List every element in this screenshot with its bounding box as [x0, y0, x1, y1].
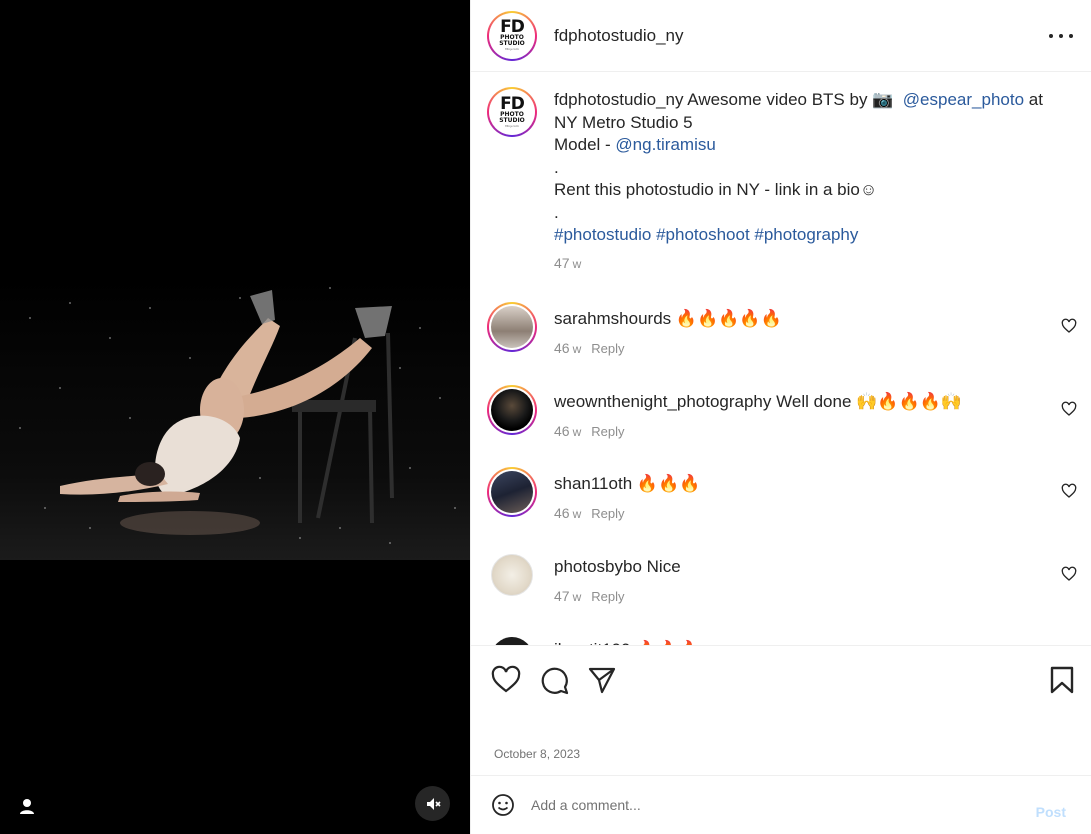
- avatar[interactable]: [487, 467, 537, 517]
- heart-icon[interactable]: [491, 665, 521, 695]
- avatar[interactable]: [487, 302, 537, 352]
- comment-item: weownthenight_photography Well done 🙌🔥🔥🔥…: [487, 385, 1077, 445]
- mute-icon: [426, 797, 441, 810]
- comment-username[interactable]: photosbybo: [554, 557, 642, 576]
- post-date[interactable]: October 8, 2023: [494, 747, 580, 761]
- mute-button[interactable]: [415, 786, 450, 821]
- post-header: FD PHOTO STUDIO fdny.com fdphotostudio_n…: [471, 0, 1091, 72]
- camera-icon: 📷: [872, 90, 894, 109]
- comment-time[interactable]: 46: [554, 423, 570, 439]
- avatar[interactable]: FD PHOTO STUDIO fdny.com: [487, 10, 537, 61]
- reply-button[interactable]: Reply: [591, 341, 624, 356]
- video-frame[interactable]: [0, 278, 470, 560]
- hashtags-link[interactable]: #photostudio #photoshoot #photography: [554, 225, 858, 244]
- send-icon[interactable]: [587, 665, 617, 695]
- comment-item: ilovetit199 🔥🔥🔥: [487, 633, 1077, 645]
- caption-text: Model -: [554, 135, 616, 154]
- add-comment-bar: Post: [471, 775, 1091, 834]
- avatar[interactable]: [491, 554, 533, 596]
- caption-text: .: [554, 202, 559, 222]
- comment-text: 🔥🔥🔥🔥🔥: [675, 309, 782, 328]
- time-unit: w: [572, 424, 582, 439]
- caption-text: Rent this photostudio in NY - link in a …: [554, 180, 878, 199]
- bookmark-icon[interactable]: [1048, 665, 1076, 695]
- comment-item: sarahmshourds 🔥🔥🔥🔥🔥 46 w Reply: [487, 302, 1077, 362]
- post-actions: October 8, 2023: [471, 645, 1091, 775]
- comment-username[interactable]: weownthenight_photography: [554, 392, 771, 411]
- heart-icon[interactable]: [1061, 318, 1077, 334]
- video-player[interactable]: [0, 0, 470, 834]
- caption-time[interactable]: 47: [554, 255, 570, 271]
- reply-button[interactable]: Reply: [591, 506, 624, 521]
- comment-icon[interactable]: [539, 665, 569, 695]
- heart-icon[interactable]: [1061, 566, 1077, 582]
- reply-button[interactable]: Reply: [591, 589, 624, 604]
- comment-text: Well done 🙌🔥🔥🔥🙌: [776, 392, 962, 411]
- comment-item: photosbybo Nice 47 w Reply: [487, 550, 1077, 610]
- comment-time[interactable]: 46: [554, 340, 570, 356]
- more-icon[interactable]: [1049, 26, 1073, 46]
- time-unit: w: [572, 506, 582, 521]
- avatar[interactable]: FD PHOTO STUDIO fdny.com: [487, 87, 537, 137]
- comment-item: shan11oth 🔥🔥🔥 46 w Reply: [487, 467, 1077, 527]
- time-unit: w: [572, 589, 582, 604]
- comment-username[interactable]: shan11oth: [554, 474, 632, 493]
- post-button[interactable]: Post: [1036, 804, 1066, 820]
- reply-button[interactable]: Reply: [591, 424, 624, 439]
- comment-username[interactable]: sarahmshourds: [554, 309, 671, 328]
- caption-username[interactable]: fdphotostudio_ny: [554, 90, 684, 109]
- caption: FD PHOTO STUDIO fdny.com fdphotostudio_n…: [487, 87, 1077, 287]
- caption-text: NY Metro Studio 5: [554, 112, 693, 132]
- comment-input[interactable]: [531, 797, 1011, 813]
- caption-text: Awesome video BTS by: [683, 90, 873, 109]
- studio-logo: FD PHOTO STUDIO fdny.com: [491, 91, 533, 133]
- comment-text: 🔥🔥🔥: [636, 474, 701, 493]
- user-icon[interactable]: [14, 794, 40, 820]
- caption-text: at: [1024, 90, 1043, 109]
- post-sidebar: FD PHOTO STUDIO fdny.com fdphotostudio_n…: [470, 0, 1091, 834]
- heart-icon[interactable]: [1061, 401, 1077, 417]
- time-unit: w: [572, 256, 582, 271]
- studio-logo: FD PHOTO STUDIO fdny.com: [491, 14, 533, 57]
- mention-link[interactable]: @espear_photo: [903, 90, 1024, 109]
- avatar[interactable]: [487, 385, 537, 435]
- avatar[interactable]: [491, 637, 533, 645]
- caption-text: .: [554, 157, 559, 177]
- comment-time[interactable]: 46: [554, 505, 570, 521]
- comments-list[interactable]: FD PHOTO STUDIO fdny.com fdphotostudio_n…: [471, 73, 1091, 645]
- time-unit: w: [572, 341, 582, 356]
- mention-link[interactable]: @ng.tiramisu: [615, 135, 715, 154]
- heart-icon[interactable]: [1061, 483, 1077, 499]
- video-still-image: [0, 278, 470, 560]
- emoji-icon[interactable]: [491, 793, 515, 817]
- comment-time[interactable]: 47: [554, 588, 570, 604]
- post-author-username[interactable]: fdphotostudio_ny: [554, 26, 684, 46]
- comment-text: Nice: [646, 557, 681, 576]
